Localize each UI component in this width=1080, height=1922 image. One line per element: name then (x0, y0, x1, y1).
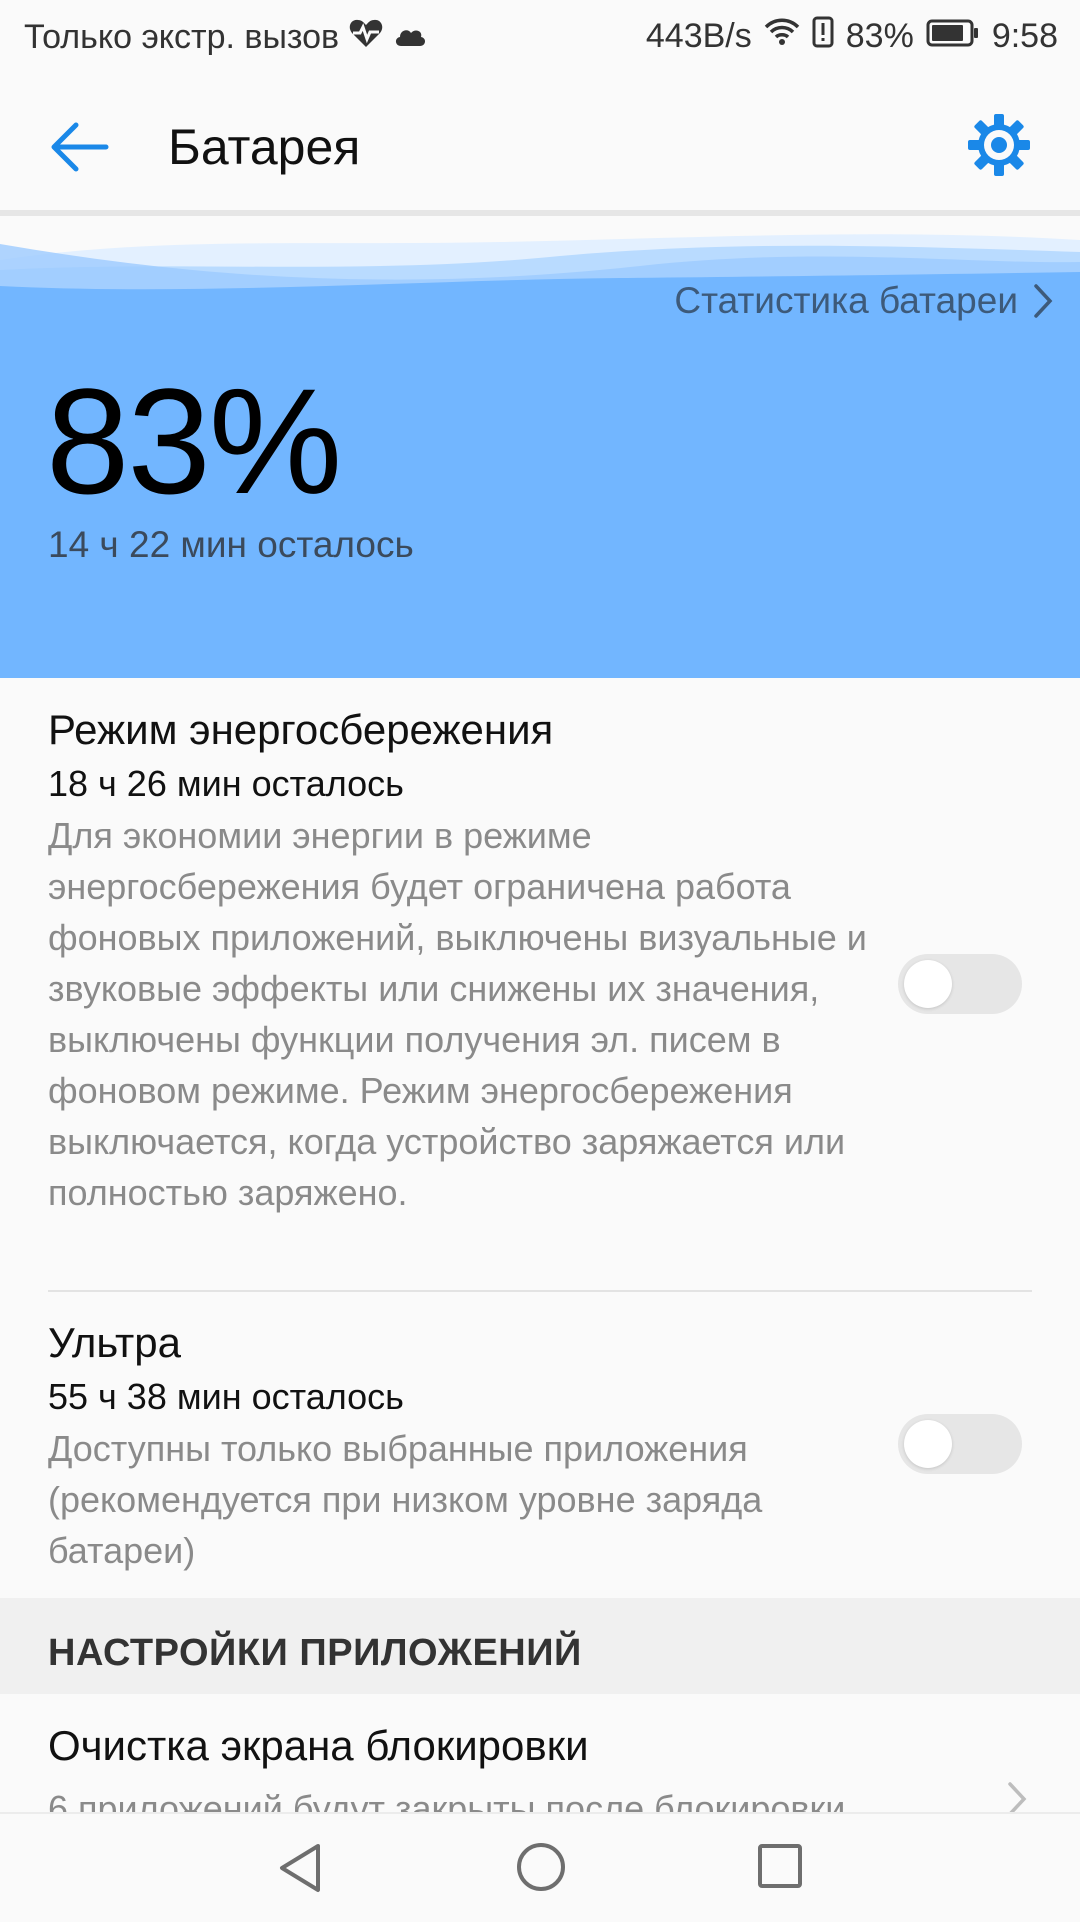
chevron-right-icon (1034, 284, 1053, 318)
home-circle-icon[interactable] (514, 1840, 568, 1894)
list-divider (48, 1290, 1032, 1292)
status-right: 443B/s 83% 9:58 (646, 16, 1058, 57)
toggle-knob (904, 960, 952, 1008)
battery-hero: Статистика батареи 83% 14 ч 22 мин остал… (0, 216, 1080, 678)
ultra-title: Ультра (48, 1319, 181, 1366)
power-saving-remaining: 18 ч 26 мин осталось (48, 763, 404, 804)
app-settings-section-header: НАСТРОЙКИ ПРИЛОЖЕНИЙ (0, 1598, 1080, 1694)
gear-icon (968, 114, 1030, 176)
clock: 9:58 (991, 17, 1058, 55)
power-saving-toggle[interactable] (898, 954, 1022, 1014)
toggle-knob (904, 1420, 952, 1468)
cloud-icon (393, 18, 427, 57)
back-button[interactable] (46, 112, 116, 182)
ultra-mode-item[interactable]: Ультра 55 ч 38 мин осталось Доступны тол… (48, 1315, 868, 1576)
navigation-bar (0, 1812, 1080, 1922)
battery-percent-large: 83% (46, 357, 342, 525)
carrier-text: Только экстр. вызов (24, 18, 340, 56)
heart-pulse-icon (349, 18, 383, 57)
settings-button[interactable] (966, 112, 1032, 178)
ultra-toggle[interactable] (898, 1414, 1022, 1474)
power-saving-item[interactable]: Режим энергосбережения 18 ч 26 мин остал… (48, 702, 868, 1218)
recents-square-icon[interactable] (756, 1842, 804, 1890)
battery-alert-icon (812, 16, 834, 57)
battery-time-remaining: 14 ч 22 мин осталось (48, 524, 414, 565)
page-title: Батарея (168, 119, 361, 175)
battery-icon (926, 17, 980, 56)
ultra-description: Доступны только выбранные приложения (ре… (48, 1428, 763, 1571)
chevron-right-icon (1008, 1782, 1027, 1812)
lock-screen-cleanup-item[interactable]: Очистка экрана блокировки 6 приложений б… (0, 1694, 1080, 1812)
power-saving-title: Режим энергосбережения (48, 706, 554, 753)
status-bar: Только экстр. вызов 443B/s 83% 9:58 (0, 0, 1080, 74)
status-left: Только экстр. вызов (24, 18, 427, 57)
app-bar: Батарея (0, 74, 1080, 214)
back-triangle-icon[interactable] (276, 1842, 326, 1894)
lock-screen-cleanup-title: Очистка экрана блокировки (48, 1722, 589, 1769)
lock-screen-cleanup-subtitle: 6 приложений будут закрыты после блокиро… (48, 1788, 846, 1812)
power-saving-description: Для экономии энергии в режиме энергосбер… (48, 815, 867, 1213)
wifi-icon (764, 17, 800, 56)
ultra-remaining: 55 ч 38 мин осталось (48, 1376, 404, 1417)
arrow-left-icon (51, 122, 109, 172)
network-speed: 443B/s (645, 17, 752, 55)
battery-percent: 83% (845, 17, 914, 55)
battery-stats-label: Статистика батареи (674, 280, 1018, 321)
section-header-text: НАСТРОЙКИ ПРИЛОЖЕНИЙ (48, 1632, 582, 1674)
battery-stats-link[interactable]: Статистика батареи (674, 280, 1054, 322)
